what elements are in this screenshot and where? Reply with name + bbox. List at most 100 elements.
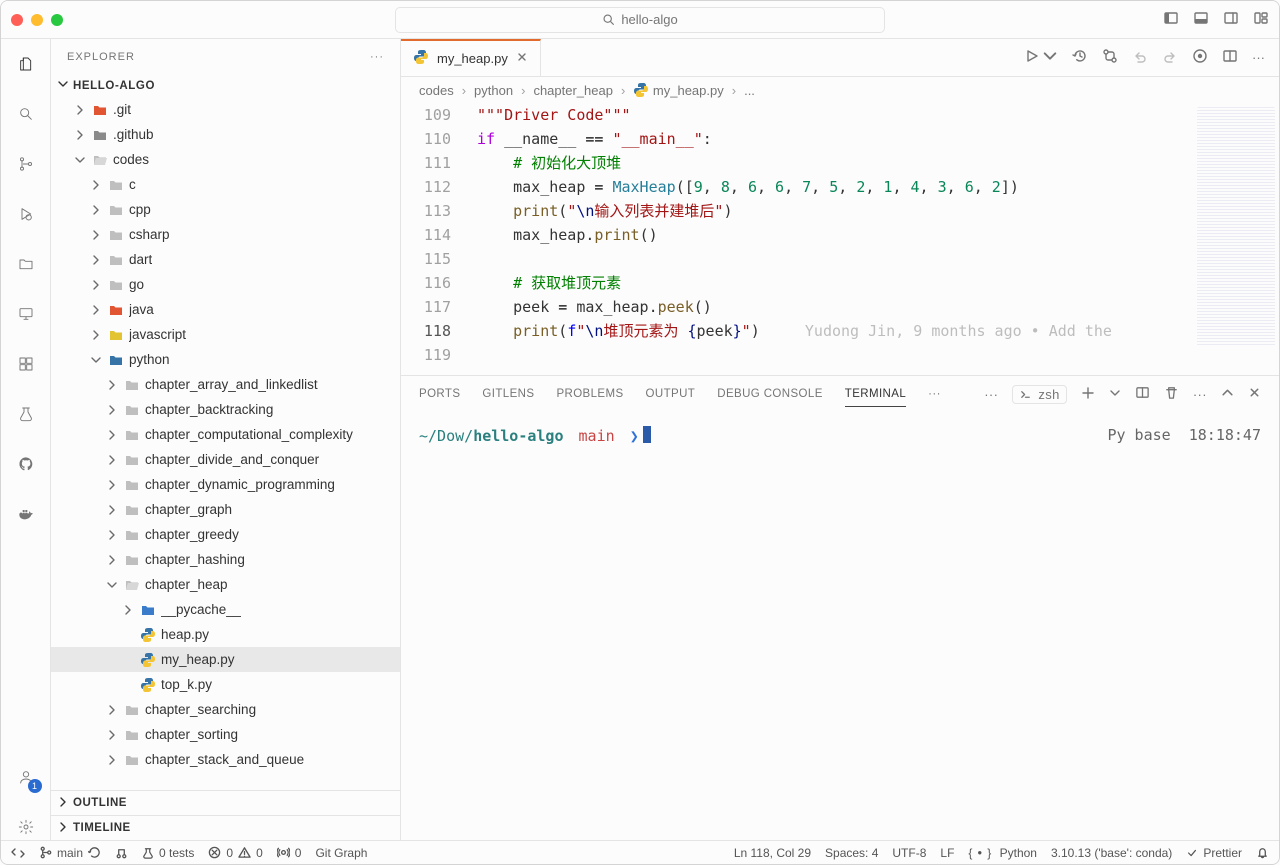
- explorer-icon[interactable]: [13, 51, 39, 77]
- file-top-k-py[interactable]: top_k.py: [51, 672, 400, 697]
- prettier-status[interactable]: Prettier: [1186, 846, 1242, 860]
- panel-tab-gitlens[interactable]: GITLENS: [482, 388, 534, 400]
- file-my-heap-py[interactable]: my_heap.py: [51, 647, 400, 672]
- settings-gear-icon[interactable]: [13, 814, 39, 840]
- timeline-section[interactable]: TIMELINE: [51, 815, 400, 840]
- folder-chapter-graph[interactable]: chapter_graph: [51, 497, 400, 522]
- folder-chapter-stack-and-queue[interactable]: chapter_stack_and_queue: [51, 747, 400, 772]
- split-editor-icon[interactable]: [1222, 48, 1238, 67]
- encoding-status[interactable]: UTF-8: [892, 846, 926, 860]
- terminal[interactable]: ~/Dow/hello-algo main ❯ Py base 18:18:47: [401, 412, 1279, 840]
- breadcrumb-segment[interactable]: my_heap.py: [633, 82, 723, 98]
- panel-tabs-overflow-icon[interactable]: ···: [928, 388, 941, 400]
- folder-chapter-sorting[interactable]: chapter_sorting: [51, 722, 400, 747]
- folder-icon[interactable]: [13, 251, 39, 277]
- sync-status[interactable]: [115, 846, 128, 859]
- maximize-panel-icon[interactable]: [1221, 386, 1234, 402]
- go-to-icon[interactable]: [1192, 48, 1208, 67]
- panel-tab-ports[interactable]: PORTS: [419, 388, 460, 400]
- extensions-icon[interactable]: [13, 351, 39, 377]
- breadcrumb[interactable]: codes›python›chapter_heap› my_heap.py›..…: [401, 77, 1279, 103]
- folder-chapter-backtracking[interactable]: chapter_backtracking: [51, 397, 400, 422]
- layout-customize-icon[interactable]: [1253, 10, 1269, 29]
- folder-chapter-computational-complexity[interactable]: chapter_computational_complexity: [51, 422, 400, 447]
- folder-chapter-hashing[interactable]: chapter_hashing: [51, 547, 400, 572]
- run-debug-icon[interactable]: [13, 201, 39, 227]
- git-graph-status[interactable]: Git Graph: [315, 846, 367, 860]
- editor-more-icon[interactable]: ···: [1252, 50, 1265, 65]
- folder-chapter-greedy[interactable]: chapter_greedy: [51, 522, 400, 547]
- layout-sidebar-left-icon[interactable]: [1163, 10, 1179, 29]
- indentation-status[interactable]: Spaces: 4: [825, 846, 878, 860]
- git-compare-icon[interactable]: [1102, 48, 1118, 67]
- close-panel-icon[interactable]: [1248, 386, 1261, 402]
- breadcrumb-segment[interactable]: codes: [419, 83, 454, 98]
- folder--github[interactable]: .github: [51, 122, 400, 147]
- panel-tab-output[interactable]: OUTPUT: [646, 388, 696, 400]
- explorer-more-icon[interactable]: ···: [370, 51, 384, 63]
- folder-python[interactable]: python: [51, 347, 400, 372]
- folder--pycache-[interactable]: __pycache__: [51, 597, 400, 622]
- panel-tab-debug-console[interactable]: DEBUG CONSOLE: [717, 388, 823, 400]
- code-editor[interactable]: 109110111112113114115116117118119 """Dri…: [401, 103, 1279, 375]
- folder-chapter-heap[interactable]: chapter_heap: [51, 572, 400, 597]
- language-status[interactable]: {●} Python: [968, 846, 1037, 860]
- folder-chapter-array-and-linkedlist[interactable]: chapter_array_and_linkedlist: [51, 372, 400, 397]
- python-env-status[interactable]: 3.10.13 ('base': conda): [1051, 846, 1172, 860]
- docker-icon[interactable]: [13, 501, 39, 527]
- outline-section[interactable]: OUTLINE: [51, 790, 400, 815]
- file-heap-py[interactable]: heap.py: [51, 622, 400, 647]
- breadcrumb-segment[interactable]: python: [474, 83, 513, 98]
- layout-sidebar-right-icon[interactable]: [1223, 10, 1239, 29]
- maximize-window-button[interactable]: [51, 14, 63, 26]
- folder--git[interactable]: .git: [51, 97, 400, 122]
- layout-panel-icon[interactable]: [1193, 10, 1209, 29]
- accounts-icon[interactable]: 1: [13, 764, 39, 790]
- folder-chapter-dynamic-programming[interactable]: chapter_dynamic_programming: [51, 472, 400, 497]
- tab-close-icon[interactable]: [516, 51, 528, 66]
- panel-more-icon[interactable]: ···: [984, 387, 998, 402]
- folder-csharp[interactable]: csharp: [51, 222, 400, 247]
- terminal-split-dropdown-icon[interactable]: [1109, 387, 1121, 402]
- github-icon[interactable]: [13, 451, 39, 477]
- panel-tab-terminal[interactable]: TERMINAL: [845, 388, 906, 407]
- panel-more2-icon[interactable]: ···: [1193, 387, 1207, 402]
- search-icon[interactable]: [13, 101, 39, 127]
- new-terminal-icon[interactable]: [1081, 386, 1095, 403]
- tests-status[interactable]: 0 tests: [142, 846, 194, 860]
- testing-icon[interactable]: [13, 401, 39, 427]
- folder-c[interactable]: c: [51, 172, 400, 197]
- code-content[interactable]: """Driver Code"""if __name__ == "__main_…: [465, 103, 1279, 367]
- undo-icon[interactable]: [1132, 48, 1148, 67]
- breadcrumb-segment[interactable]: ...: [744, 83, 755, 98]
- notifications-icon[interactable]: [1256, 846, 1269, 859]
- cursor-position[interactable]: Ln 118, Col 29: [734, 846, 811, 860]
- remote-explorer-icon[interactable]: [13, 301, 39, 327]
- problems-status[interactable]: 0 0: [208, 846, 262, 860]
- tab-my-heap[interactable]: my_heap.py: [401, 39, 541, 76]
- folder-chapter-searching[interactable]: chapter_searching: [51, 697, 400, 722]
- close-window-button[interactable]: [11, 14, 23, 26]
- breadcrumb-segment[interactable]: chapter_heap: [533, 83, 613, 98]
- folder-javascript[interactable]: javascript: [51, 322, 400, 347]
- folder-java[interactable]: java: [51, 297, 400, 322]
- explorer-root[interactable]: HELLO-ALGO: [51, 74, 400, 97]
- kill-terminal-icon[interactable]: [1164, 385, 1179, 403]
- history-icon[interactable]: [1072, 48, 1088, 67]
- panel-tab-problems[interactable]: PROBLEMS: [556, 388, 623, 400]
- run-dropdown-icon[interactable]: [1042, 48, 1058, 67]
- remote-indicator[interactable]: [11, 846, 25, 860]
- eol-status[interactable]: LF: [940, 846, 954, 860]
- git-branch-status[interactable]: main: [39, 846, 101, 860]
- source-control-icon[interactable]: [13, 151, 39, 177]
- folder-codes[interactable]: codes: [51, 147, 400, 172]
- redo-icon[interactable]: [1162, 48, 1178, 67]
- command-center[interactable]: hello-algo: [395, 7, 885, 33]
- folder-chapter-divide-and-conquer[interactable]: chapter_divide_and_conquer: [51, 447, 400, 472]
- split-terminal-icon[interactable]: [1135, 385, 1150, 403]
- terminal-shell-selector[interactable]: zsh: [1012, 385, 1066, 404]
- folder-go[interactable]: go: [51, 272, 400, 297]
- minimize-window-button[interactable]: [31, 14, 43, 26]
- ports-status[interactable]: 0: [277, 846, 302, 860]
- folder-cpp[interactable]: cpp: [51, 197, 400, 222]
